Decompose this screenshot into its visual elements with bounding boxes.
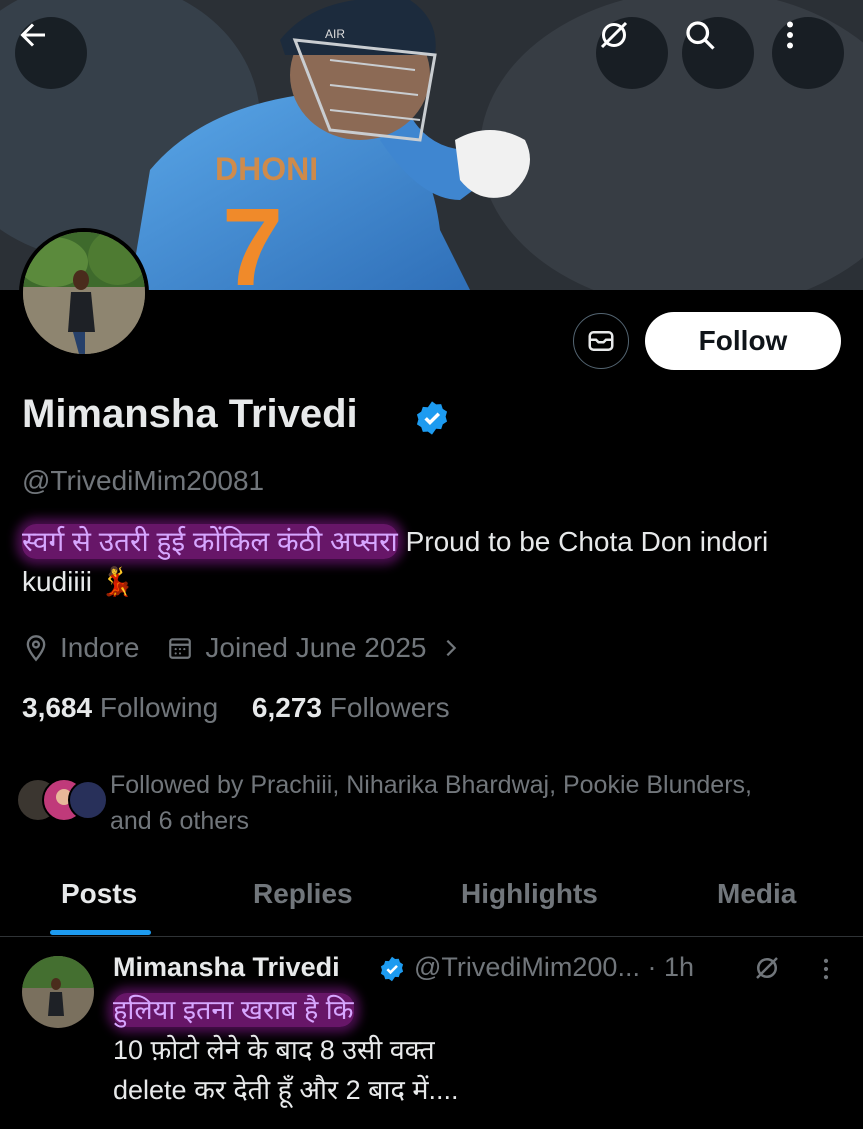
location-text: Indore: [60, 632, 140, 663]
post-avatar[interactable]: [22, 956, 94, 1028]
followed-by-names: Followed by Prachiii, Niharika Bhardwaj,…: [110, 771, 752, 799]
following-count: 3,684: [22, 692, 93, 723]
active-tab-indicator: [50, 930, 151, 935]
followers-count: 6,273: [251, 692, 322, 723]
follow-button[interactable]: Follow: [645, 312, 841, 370]
tab-replies[interactable]: Replies: [253, 878, 353, 910]
profile-handle: @TrivediMim20081: [22, 465, 265, 496]
post-avatar-image: [22, 956, 94, 1028]
mail-icon: [588, 331, 614, 351]
bio-text: Proud to be Chota Don indori: [397, 526, 769, 557]
helmet-text: AIR: [325, 27, 345, 41]
joined-text: Joined June 2025: [205, 632, 427, 663]
tab-media[interactable]: Media: [717, 878, 796, 910]
svg-text:DHONI: DHONI: [215, 151, 318, 187]
post-text[interactable]: हुलिया इतना खराब है कि 10 फ़ोटो लेने के …: [113, 990, 459, 1110]
more-button[interactable]: [772, 17, 844, 89]
tab-highlights[interactable]: Highlights: [461, 878, 598, 910]
post-more-icon[interactable]: [812, 955, 840, 983]
post-author-name[interactable]: Mimansha Trivedi: [113, 952, 340, 983]
followed-by-text[interactable]: Followed by Prachiii, Niharika Bhardwaj,…: [110, 767, 850, 839]
followers-link[interactable]: 6,273 Followers: [252, 692, 450, 723]
search-icon: [686, 21, 715, 50]
location-icon: [26, 635, 46, 662]
post-line-2: 10 फ़ोटो लेने के बाद 8 उसी वक्त: [113, 1035, 435, 1065]
message-button[interactable]: [573, 313, 629, 369]
post-highlighted-line: हुलिया इतना खराब है कि: [113, 993, 354, 1027]
bio-text-line2: kudiiii 💃: [22, 566, 135, 597]
post-verified-badge-icon: [380, 956, 404, 982]
post-line-3: delete कर देती हूँ और 2 बाद में....: [113, 1075, 459, 1105]
post-handle-time: @TrivediMim200... · 1h: [414, 952, 694, 982]
tab-posts[interactable]: Posts: [61, 878, 137, 910]
following-link[interactable]: 3,684 Following: [22, 692, 218, 723]
profile-meta: Indore Joined June 2025: [22, 632, 462, 664]
back-button[interactable]: [15, 17, 87, 89]
calendar-icon: [169, 638, 192, 659]
followers-label: Followers: [329, 692, 450, 723]
profile-tabs: Posts Replies Highlights Media: [0, 870, 863, 937]
followed-by-more: and 6 others: [110, 807, 249, 835]
arrow-left-icon: [20, 23, 45, 47]
svg-text:7: 7: [222, 186, 283, 290]
profile-stats: 3,684 Following 6,273 Followers: [22, 692, 450, 724]
post-grok-icon[interactable]: [752, 953, 782, 983]
verified-badge-icon[interactable]: [413, 399, 451, 437]
grok-icon: [600, 21, 628, 49]
following-label: Following: [99, 692, 219, 723]
profile-name: Mimansha Trivedi: [22, 392, 358, 436]
profile-bio: स्वर्ग से उतरी हुई कोंकिल कंठी अप्सरा Pr…: [22, 522, 852, 602]
bio-highlighted-text: स्वर्ग से उतरी हुई कोंकिल कंठी अप्सरा: [22, 524, 398, 559]
profile-avatar[interactable]: [19, 228, 149, 358]
grok-button[interactable]: [596, 17, 668, 89]
avatar-image: [23, 232, 145, 354]
followers-you-know-avatars[interactable]: [16, 777, 106, 823]
search-button[interactable]: [682, 17, 754, 89]
chevron-right-icon[interactable]: [440, 637, 462, 659]
more-vertical-icon: [787, 21, 793, 49]
